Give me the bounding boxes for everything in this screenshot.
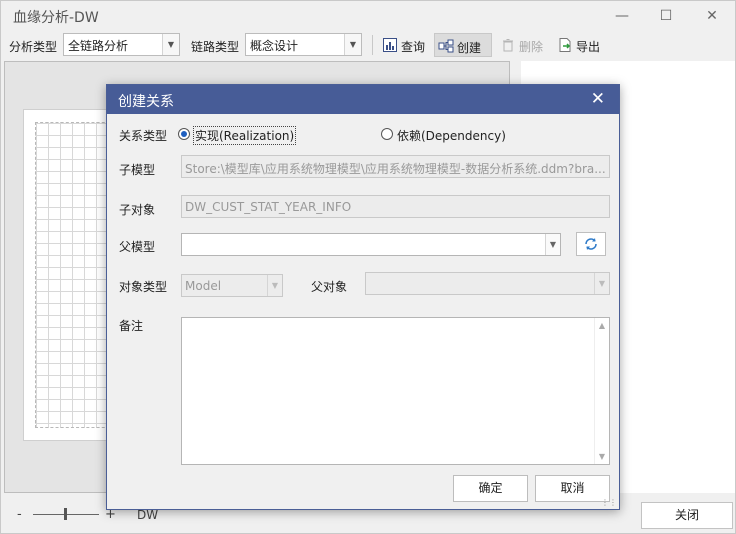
radio-realization-label[interactable]: 实现(Realization): [193, 126, 297, 145]
child-object-value: DW_CUST_STAT_YEAR_INFO: [185, 200, 352, 214]
radio-dependency[interactable]: [381, 128, 393, 140]
link-type-label: 链路类型: [191, 40, 240, 54]
create-label: 创建: [457, 41, 482, 55]
scroll-up-icon[interactable]: ▲: [595, 321, 609, 330]
analysis-type-value: 全链路分析: [68, 39, 129, 53]
chevron-down-icon: ▼: [267, 275, 282, 296]
object-type-value: Model: [185, 279, 222, 293]
child-object-field: DW_CUST_STAT_YEAR_INFO: [181, 195, 610, 218]
trash-icon: [503, 39, 513, 52]
remark-textarea[interactable]: ▲ ▼: [181, 317, 610, 465]
resize-grip-icon[interactable]: ⋮⋮: [601, 498, 617, 507]
export-icon: [559, 38, 571, 52]
chart-icon: [383, 38, 397, 52]
query-button[interactable]: 查询: [379, 33, 431, 57]
radio-dependency-label[interactable]: 依赖(Dependency): [397, 127, 506, 144]
link-type-select[interactable]: 概念设计 ▼: [245, 33, 362, 56]
parent-object-label: 父对象: [311, 280, 348, 294]
object-type-select: Model ▼: [181, 274, 283, 297]
create-button[interactable]: 创建: [434, 33, 492, 57]
title-bar: 血缘分析-DW — ☐ ✕: [1, 1, 735, 31]
toolbar: 分析类型 全链路分析 ▼ 链路类型 概念设计 ▼ 查询 创建 删除 导出: [1, 31, 735, 59]
cancel-button[interactable]: 取消: [535, 475, 610, 502]
diagram-page: [23, 109, 115, 441]
analysis-type-label: 分析类型: [9, 40, 58, 54]
analysis-type-select[interactable]: 全链路分析 ▼: [63, 33, 180, 56]
ok-button[interactable]: 确定: [453, 475, 528, 502]
query-label: 查询: [401, 40, 426, 54]
remark-label: 备注: [119, 319, 144, 333]
toolbar-divider: [372, 35, 373, 55]
close-icon[interactable]: ✕: [591, 89, 605, 109]
page-grid: [35, 122, 115, 428]
object-type-label: 对象类型: [119, 280, 168, 294]
dialog-title: 创建关系: [118, 94, 174, 110]
child-object-label: 子对象: [119, 203, 156, 217]
refresh-button[interactable]: [576, 232, 606, 256]
scroll-down-icon[interactable]: ▼: [595, 452, 609, 461]
chevron-down-icon: ▼: [545, 234, 560, 255]
parent-model-label: 父模型: [119, 240, 156, 254]
close-button[interactable]: 关闭: [641, 502, 733, 529]
link-type-value: 概念设计: [250, 39, 299, 53]
export-button[interactable]: 导出: [554, 33, 606, 57]
zoom-out-button[interactable]: -: [17, 507, 22, 522]
zoom-slider-handle[interactable]: [64, 508, 67, 520]
export-label: 导出: [576, 40, 601, 54]
relation-icon: [438, 39, 454, 53]
create-relation-dialog: 创建关系 ✕ 关系类型 实现(Realization) 依赖(Dependenc…: [106, 84, 620, 510]
child-model-label: 子模型: [119, 163, 156, 177]
maximize-icon[interactable]: ☐: [643, 1, 689, 31]
refresh-icon: [585, 238, 597, 250]
parent-object-select: ▼: [365, 272, 610, 295]
child-model-value: Store:\模型库\应用系统物理模型\应用系统物理模型-数据分析系统.ddm?…: [185, 162, 606, 176]
radio-realization[interactable]: [178, 128, 190, 140]
relation-type-label: 关系类型: [119, 129, 168, 143]
dialog-title-bar: 创建关系 ✕: [107, 85, 619, 114]
remark-scrollbar[interactable]: ▲ ▼: [594, 318, 609, 464]
minimize-icon[interactable]: —: [599, 1, 645, 31]
child-model-field: Store:\模型库\应用系统物理模型\应用系统物理模型-数据分析系统.ddm?…: [181, 155, 610, 178]
parent-model-select[interactable]: ▼: [181, 233, 561, 256]
model-name: DW: [137, 508, 159, 522]
window-title: 血缘分析-DW: [13, 10, 99, 26]
chevron-down-icon: ▼: [344, 34, 361, 55]
close-icon[interactable]: ✕: [689, 1, 735, 31]
delete-label: 删除: [519, 40, 544, 54]
delete-button[interactable]: 删除: [497, 33, 549, 57]
chevron-down-icon: ▼: [162, 34, 179, 55]
chevron-down-icon: ▼: [594, 273, 609, 294]
